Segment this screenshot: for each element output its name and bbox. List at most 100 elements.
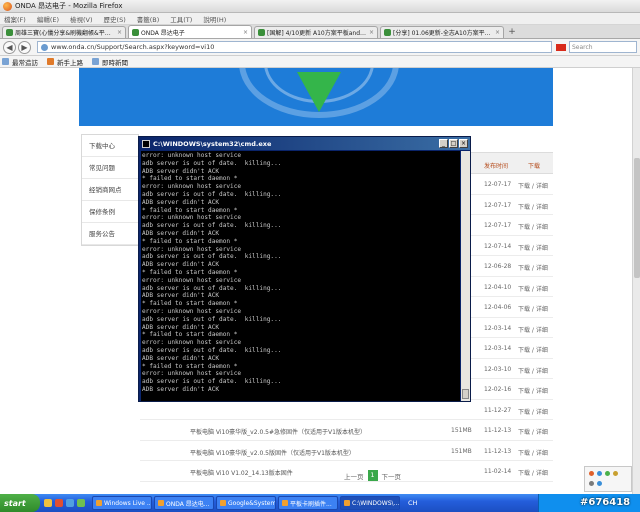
taskbar-task[interactable]: 平板卡刷插件...: [278, 496, 338, 510]
download-detail-link[interactable]: 下载 / 详细: [518, 222, 548, 231]
download-detail-link[interactable]: 下载 / 详细: [518, 304, 548, 313]
download-detail-link[interactable]: 下载 / 详细: [518, 427, 548, 436]
bookmark-getting-started[interactable]: 新手上路: [47, 57, 83, 67]
side-item-dealers[interactable]: 经销商网点: [82, 179, 138, 201]
rss-icon: [92, 58, 99, 65]
cmd-line: * failed to start daemon *: [142, 300, 238, 308]
cmd-line: * failed to start daemon *: [142, 237, 238, 245]
cmd-titlebar[interactable]: C:\WINDOWS\system32\cmd.exe: [139, 137, 470, 150]
quick-launch-icon[interactable]: [66, 499, 74, 507]
download-detail-link[interactable]: 下载 / 详细: [518, 366, 548, 375]
ime-toolbar[interactable]: [584, 466, 632, 492]
cmd-line: adb server is out of date. killing...: [142, 222, 282, 230]
download-detail-link[interactable]: 下载 / 详细: [518, 284, 548, 293]
download-detail-link[interactable]: 下载 / 详细: [518, 181, 548, 190]
cmd-window[interactable]: C:\WINDOWS\system32\cmd.exe _ □ × error:…: [138, 136, 471, 402]
publish-date: 12-04-06: [484, 304, 512, 311]
menu-help[interactable]: 說明(H): [203, 14, 226, 24]
ime-icon: [589, 471, 594, 476]
close-icon[interactable]: ×: [495, 29, 500, 36]
download-detail-link[interactable]: 下载 / 详细: [518, 325, 548, 334]
url-bar[interactable]: www.onda.cn/Support/Search.aspx?keyword=…: [37, 41, 552, 53]
taskbar-task[interactable]: Google&System: [216, 496, 276, 510]
publish-date: 11-12-27: [484, 406, 512, 414]
app-icon: [220, 500, 226, 506]
close-icon[interactable]: ×: [369, 29, 374, 36]
side-item-download-center[interactable]: 下载中心: [82, 135, 138, 157]
side-item-notices[interactable]: 服务公告: [82, 223, 138, 245]
tab-label: 周雄三寶(心儀分享&刷機翻帳&平板一...: [15, 30, 115, 37]
file-name[interactable]: 平板电脑 Vi10 V1.02_14.13版本固件: [190, 468, 293, 477]
cmd-scrollbar[interactable]: [461, 151, 470, 401]
ime-icon: [597, 481, 602, 486]
cmd-line: adb server is out of date. killing...: [142, 159, 282, 167]
new-tab-button[interactable]: +: [506, 27, 518, 38]
onda-favicon-icon: [132, 28, 139, 36]
quick-launch-icon[interactable]: [44, 499, 52, 507]
back-arrow-icon[interactable]: ◀: [3, 40, 16, 54]
download-detail-link[interactable]: 下载 / 详细: [518, 386, 548, 395]
bookmark-news[interactable]: 即時新聞: [92, 57, 128, 67]
start-button[interactable]: start: [0, 494, 40, 512]
side-item-warranty[interactable]: 保修条例: [82, 201, 138, 223]
scrollbar-thumb[interactable]: [634, 158, 640, 278]
current-page[interactable]: 1: [367, 470, 378, 481]
publish-date: 11-02-14: [484, 468, 512, 475]
download-detail-link[interactable]: 下载 / 详细: [518, 243, 548, 252]
download-detail-link[interactable]: 下载 / 详细: [518, 407, 548, 416]
next-page-link[interactable]: 下一页: [382, 471, 402, 481]
tab-forum-2[interactable]: [国解] 4/10更新 A10方案平板android ... ×: [254, 26, 378, 38]
download-detail-link[interactable]: 下载 / 详细: [518, 202, 548, 211]
cmd-line: ADB server didn't ACK: [142, 167, 220, 175]
table-row: 平板电脑 Vi10豪华版_v2.0.5#急修固件（仅适用于V1版本机型） 151M…: [140, 420, 553, 441]
menu-file[interactable]: 檔案(F): [4, 14, 26, 24]
cmd-line: ADB server didn't ACK: [142, 229, 220, 237]
menu-edit[interactable]: 編輯(E): [37, 14, 59, 24]
side-item-faq[interactable]: 常见问题: [82, 157, 138, 179]
close-icon[interactable]: ×: [459, 139, 468, 148]
publish-date: 12-07-17: [484, 201, 512, 209]
language-indicator[interactable]: CH: [408, 499, 417, 507]
quick-launch-icon[interactable]: [77, 499, 85, 507]
quick-launch-icon[interactable]: [55, 499, 63, 507]
bookmark-most-visited[interactable]: 最常造訪: [2, 57, 38, 67]
menu-tools[interactable]: 工具(T): [170, 14, 192, 24]
menu-view[interactable]: 檢視(V): [70, 14, 93, 24]
maximize-icon[interactable]: □: [449, 139, 458, 148]
cmd-line: adb server is out of date. killing...: [142, 190, 282, 198]
taskbar: start Windows Live ... ONDA 昂达电... Google&…: [0, 494, 640, 512]
cmd-line: error: unknown host service: [142, 245, 242, 253]
cmd-line: * failed to start daemon *: [142, 175, 238, 183]
download-arrow-icon: [297, 72, 341, 112]
tab-onda[interactable]: ONDA 昂达电子 ×: [128, 25, 252, 38]
download-detail-link[interactable]: 下载 / 详细: [518, 448, 548, 457]
cmd-line: * failed to start daemon *: [142, 362, 238, 370]
bookmark-label: 即時新聞: [102, 58, 128, 67]
close-icon[interactable]: ×: [117, 29, 122, 36]
prev-page-link[interactable]: 上一页: [344, 471, 364, 481]
app-icon: [344, 500, 350, 506]
publish-date: 12-03-10: [484, 365, 512, 373]
flag-icon: [556, 43, 566, 51]
download-detail-link[interactable]: 下载 / 详细: [518, 345, 548, 354]
close-icon[interactable]: ×: [243, 29, 248, 36]
cmd-output[interactable]: error: unknown host service adb server is…: [141, 151, 460, 401]
minimize-icon[interactable]: _: [439, 139, 448, 148]
forward-arrow-icon[interactable]: ▶: [18, 40, 31, 54]
tab-forum-3[interactable]: [分享] 01.06更新-全志A10方案平板lu... ×: [380, 26, 504, 38]
file-name[interactable]: 平板电脑 Vi10豪华版_v2.0.5#急修固件（仅适用于V1版本机型）: [190, 427, 366, 436]
scrollbar-thumb[interactable]: [462, 389, 469, 399]
page-scrollbar[interactable]: [632, 68, 640, 494]
search-input[interactable]: Search: [569, 41, 637, 53]
download-detail-link[interactable]: 下载 / 详细: [518, 263, 548, 272]
search-placeholder: Search: [572, 43, 593, 51]
tab-forum-1[interactable]: 周雄三寶(心儀分享&刷機翻帳&平板一... ×: [2, 26, 126, 38]
taskbar-task[interactable]: C:\WINDOWS\...: [340, 496, 400, 510]
download-detail-link[interactable]: 下载 / 详细: [518, 468, 548, 477]
taskbar-task[interactable]: Windows Live ...: [92, 496, 152, 510]
menu-bookmarks[interactable]: 書籤(B): [137, 14, 160, 24]
file-name[interactable]: 平板电脑 Vi10豪华版_v2.0.5版固件（仅适用于V1版本机型）: [190, 448, 355, 457]
taskbar-task[interactable]: ONDA 昂达电...: [154, 496, 214, 510]
publish-date: 12-07-14: [484, 242, 512, 250]
menu-history[interactable]: 歷史(S): [104, 14, 126, 24]
